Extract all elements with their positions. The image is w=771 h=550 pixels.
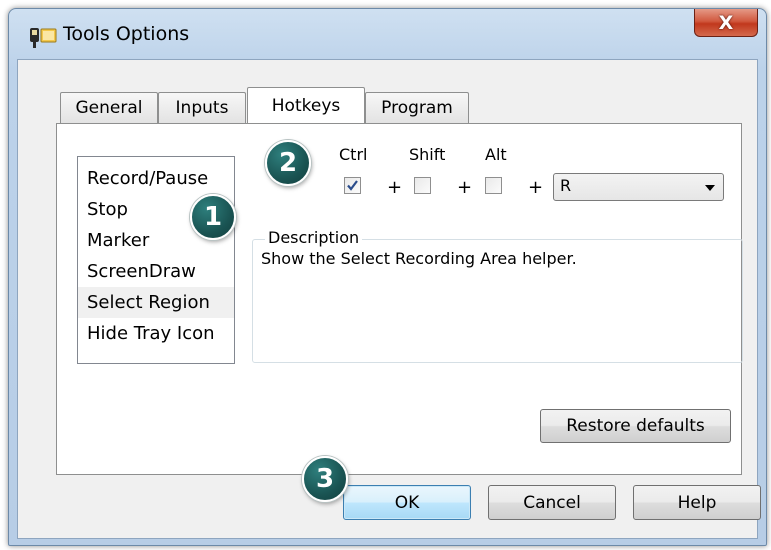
title-bar[interactable]: Tools Options X xyxy=(9,9,766,59)
plus-sign: + xyxy=(528,177,544,198)
alt-checkbox[interactable] xyxy=(485,177,502,194)
close-button[interactable]: X xyxy=(694,9,758,37)
restore-defaults-label: Restore defaults xyxy=(566,416,705,436)
tab-inputs[interactable]: Inputs xyxy=(158,92,246,123)
ok-button[interactable]: OK xyxy=(343,485,471,520)
callout-number-2: 2 xyxy=(278,148,298,178)
app-icon xyxy=(30,28,57,48)
list-item-screendraw[interactable]: ScreenDraw xyxy=(78,256,234,287)
plus-sign: + xyxy=(457,177,473,198)
hotkey-key-value: R xyxy=(560,176,572,195)
alt-label: Alt xyxy=(485,145,507,164)
hotkey-key-select[interactable]: R xyxy=(553,173,724,201)
chevron-down-icon xyxy=(705,185,715,191)
list-item-select-region[interactable]: Select Region xyxy=(78,287,234,318)
list-item-hide-tray-icon[interactable]: Hide Tray Icon xyxy=(78,318,234,349)
tab-hotkeys-label: Hotkeys xyxy=(271,95,341,116)
list-item-record-pause[interactable]: Record/Pause xyxy=(78,163,234,194)
help-label: Help xyxy=(677,492,717,513)
hotkey-action-list[interactable]: Record/Pause Stop Marker ScreenDraw Sele… xyxy=(77,156,235,364)
tab-hotkeys[interactable]: Hotkeys xyxy=(247,87,365,123)
description-legend: Description xyxy=(265,228,363,247)
hotkeys-panel: Record/Pause Stop Marker ScreenDraw Sele… xyxy=(56,123,743,475)
cancel-label: Cancel xyxy=(523,492,581,513)
shift-label: Shift xyxy=(409,145,446,164)
plus-sign: + xyxy=(387,177,403,198)
ctrl-label: Ctrl xyxy=(339,145,368,164)
description-group: Description Show the Select Recording Ar… xyxy=(252,228,743,363)
ok-label: OK xyxy=(394,492,420,513)
callout-badge-3: 3 xyxy=(302,456,348,502)
shift-checkbox[interactable] xyxy=(414,177,431,194)
tab-general-label: General xyxy=(75,98,143,118)
tab-general[interactable]: General xyxy=(60,92,158,123)
callout-badge-2: 2 xyxy=(265,140,311,186)
checkmark-icon xyxy=(347,180,358,191)
callout-badge-1: 1 xyxy=(190,194,236,240)
close-icon: X xyxy=(718,11,734,34)
tab-program-label: Program xyxy=(381,98,453,118)
description-text: Show the Select Recording Area helper. xyxy=(261,249,577,268)
tab-inputs-label: Inputs xyxy=(175,98,229,118)
tab-program[interactable]: Program xyxy=(365,92,469,123)
dialog-client-area: General Inputs Hotkeys Program Record/Pa… xyxy=(17,59,761,539)
window-title: Tools Options xyxy=(63,23,190,45)
cancel-button[interactable]: Cancel xyxy=(488,485,616,520)
callout-number-1: 1 xyxy=(203,202,223,232)
tools-options-dialog: Tools Options X General Inputs Hotkeys P… xyxy=(8,8,767,546)
help-button[interactable]: Help xyxy=(633,485,761,520)
callout-number-3: 3 xyxy=(315,464,335,494)
ctrl-checkbox[interactable] xyxy=(344,177,361,194)
restore-defaults-button[interactable]: Restore defaults xyxy=(540,409,731,443)
